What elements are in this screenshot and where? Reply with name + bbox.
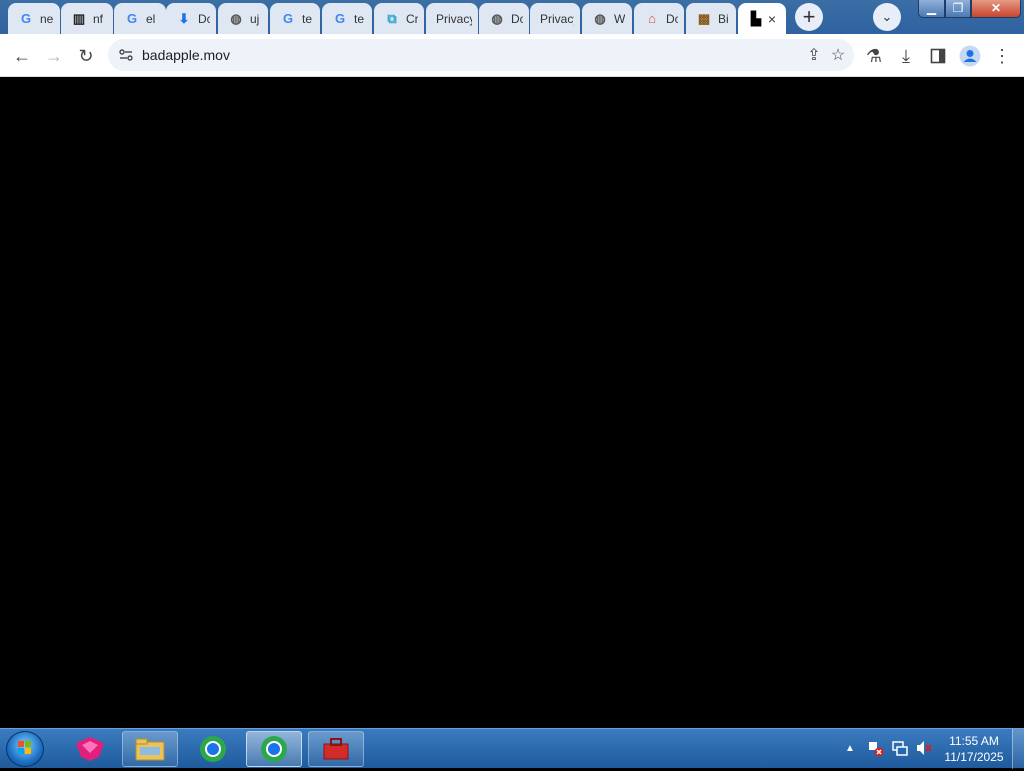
- show-desktop-button[interactable]: [1012, 729, 1024, 769]
- tab-title: el: [146, 11, 156, 26]
- reload-button[interactable]: ↻: [72, 42, 100, 70]
- folder-icon: [135, 738, 165, 761]
- extension-icon: ⧉: [387, 10, 397, 26]
- download-icon: ⤓: [902, 45, 910, 66]
- tab-title: ne: [40, 11, 54, 26]
- tab-title: Dc: [511, 11, 523, 26]
- tab-title: uj: [250, 11, 260, 26]
- tab[interactable]: Gel: [114, 3, 166, 34]
- tab-title: Cr: [406, 11, 418, 26]
- tab[interactable]: ◍ uj: [218, 3, 268, 34]
- tab-title: Bi: [718, 11, 729, 26]
- google-g-icon: G: [20, 11, 32, 26]
- downloads-button[interactable]: ⤓: [892, 42, 920, 70]
- reload-icon: ↻: [78, 45, 94, 66]
- fox-app-icon: [76, 737, 104, 761]
- url-text[interactable]: badapple.mov: [142, 47, 230, 63]
- side-panel-button[interactable]: [924, 42, 952, 70]
- tab[interactable]: ◍ W: [582, 3, 632, 34]
- menu-button[interactable]: ⋮: [988, 42, 1016, 70]
- clock-date: 11/17/2025: [944, 750, 1004, 764]
- volume-muted-icon[interactable]: [915, 739, 933, 757]
- forward-button[interactable]: →: [40, 42, 68, 70]
- profile-button[interactable]: [956, 42, 984, 70]
- tab-strip: Gne ▥ nf Gel ⬇ Dc ◍ uj Gte Gte ⧉ Cr Privacy ◍ Dc Privac…: [0, 0, 1024, 34]
- download-icon: ⬇: [178, 10, 190, 26]
- bank-icon: ▥: [72, 10, 86, 26]
- tab[interactable]: ⧉ Cr: [374, 3, 424, 34]
- video-viewport[interactable]: [0, 77, 1024, 728]
- labs-button[interactable]: ⚗: [860, 42, 888, 70]
- tab[interactable]: Gne: [8, 3, 60, 34]
- minimize-button[interactable]: ▁: [918, 0, 945, 18]
- tab-title: nf: [93, 11, 104, 26]
- clock-time: 11:55 AM: [949, 734, 999, 748]
- star-icon: ☆: [830, 47, 846, 64]
- taskbar-app-fox[interactable]: [62, 731, 118, 767]
- globe-icon: ◍: [594, 10, 606, 26]
- tab-title: Dc: [198, 11, 210, 26]
- share-button[interactable]: ⇪: [804, 45, 824, 65]
- tab[interactable]: Privacy: [530, 3, 580, 34]
- tab-title: W: [614, 11, 626, 26]
- tray-expand-icon[interactable]: ▲: [845, 743, 855, 754]
- windows-logo-icon: [18, 741, 31, 754]
- arrow-right-icon: →: [45, 45, 63, 66]
- google-g-icon: G: [334, 11, 346, 26]
- new-tab-button[interactable]: +: [795, 3, 823, 31]
- side-panel-icon: [930, 48, 946, 64]
- tab-title: te: [302, 11, 313, 26]
- system-clock[interactable]: 11:55 AM 11/17/2025: [938, 733, 1010, 765]
- taskbar-app-chrome-active[interactable]: [246, 731, 302, 767]
- globe-icon: ◍: [491, 10, 503, 26]
- chrome-app-icon: [261, 736, 287, 762]
- google-g-icon: G: [126, 11, 138, 26]
- kebab-menu-icon: ⋮: [993, 45, 1011, 66]
- google-g-icon: G: [282, 11, 294, 26]
- browser-app-icon: [200, 736, 226, 762]
- tab[interactable]: Privacy: [426, 3, 478, 34]
- taskbar-app-file-explorer[interactable]: [122, 731, 178, 767]
- back-button[interactable]: ←: [8, 42, 36, 70]
- tab[interactable]: Gte: [270, 3, 320, 34]
- tab[interactable]: Gte: [322, 3, 372, 34]
- address-bar[interactable]: badapple.mov ⇪ ☆: [108, 39, 854, 71]
- tab-title: Privacy: [540, 11, 574, 26]
- action-center-flag-icon[interactable]: [866, 739, 884, 757]
- file-icon: ▙: [751, 10, 761, 26]
- start-button[interactable]: [6, 731, 44, 767]
- browser-toolbar: ← → ↻ badapple.mov ⇪ ☆ ⚗ ⤓ ⋮: [0, 34, 1024, 77]
- network-icon[interactable]: [891, 739, 909, 757]
- store-icon: ⌂: [648, 11, 656, 26]
- taskbar-app-browser[interactable]: [185, 731, 241, 767]
- image-icon: ▩: [697, 10, 711, 26]
- tab-search-button[interactable]: ⌄: [873, 3, 901, 31]
- windows-taskbar: ▲ 11:55 AM 11/17/2025: [0, 728, 1024, 769]
- tab-active[interactable]: ▙ ×: [738, 3, 786, 34]
- taskbar-app-toolbox[interactable]: [308, 731, 364, 767]
- close-window-button[interactable]: ✕: [971, 0, 1021, 18]
- site-info-icon[interactable]: [118, 47, 134, 63]
- globe-icon: ◍: [230, 10, 242, 26]
- tab[interactable]: ⌂ Dc: [634, 3, 684, 34]
- tab[interactable]: ▥ nf: [61, 3, 113, 34]
- tab[interactable]: ⬇ Dc: [166, 3, 216, 34]
- tab[interactable]: ◍ Dc: [479, 3, 529, 34]
- close-tab-icon[interactable]: ×: [764, 11, 780, 27]
- tab-title: Dc: [666, 11, 678, 26]
- arrow-left-icon: ←: [13, 45, 31, 66]
- tab-title: Privacy: [436, 11, 472, 26]
- maximize-button[interactable]: ❐: [945, 0, 971, 18]
- bookmark-button[interactable]: ☆: [828, 45, 848, 65]
- share-icon: ⇪: [807, 47, 821, 64]
- avatar-icon: [959, 45, 981, 67]
- tab[interactable]: ▩ Bi: [686, 3, 736, 34]
- flask-icon: ⚗: [865, 45, 883, 66]
- tab-title: te: [354, 11, 365, 26]
- toolbox-icon: [323, 738, 349, 760]
